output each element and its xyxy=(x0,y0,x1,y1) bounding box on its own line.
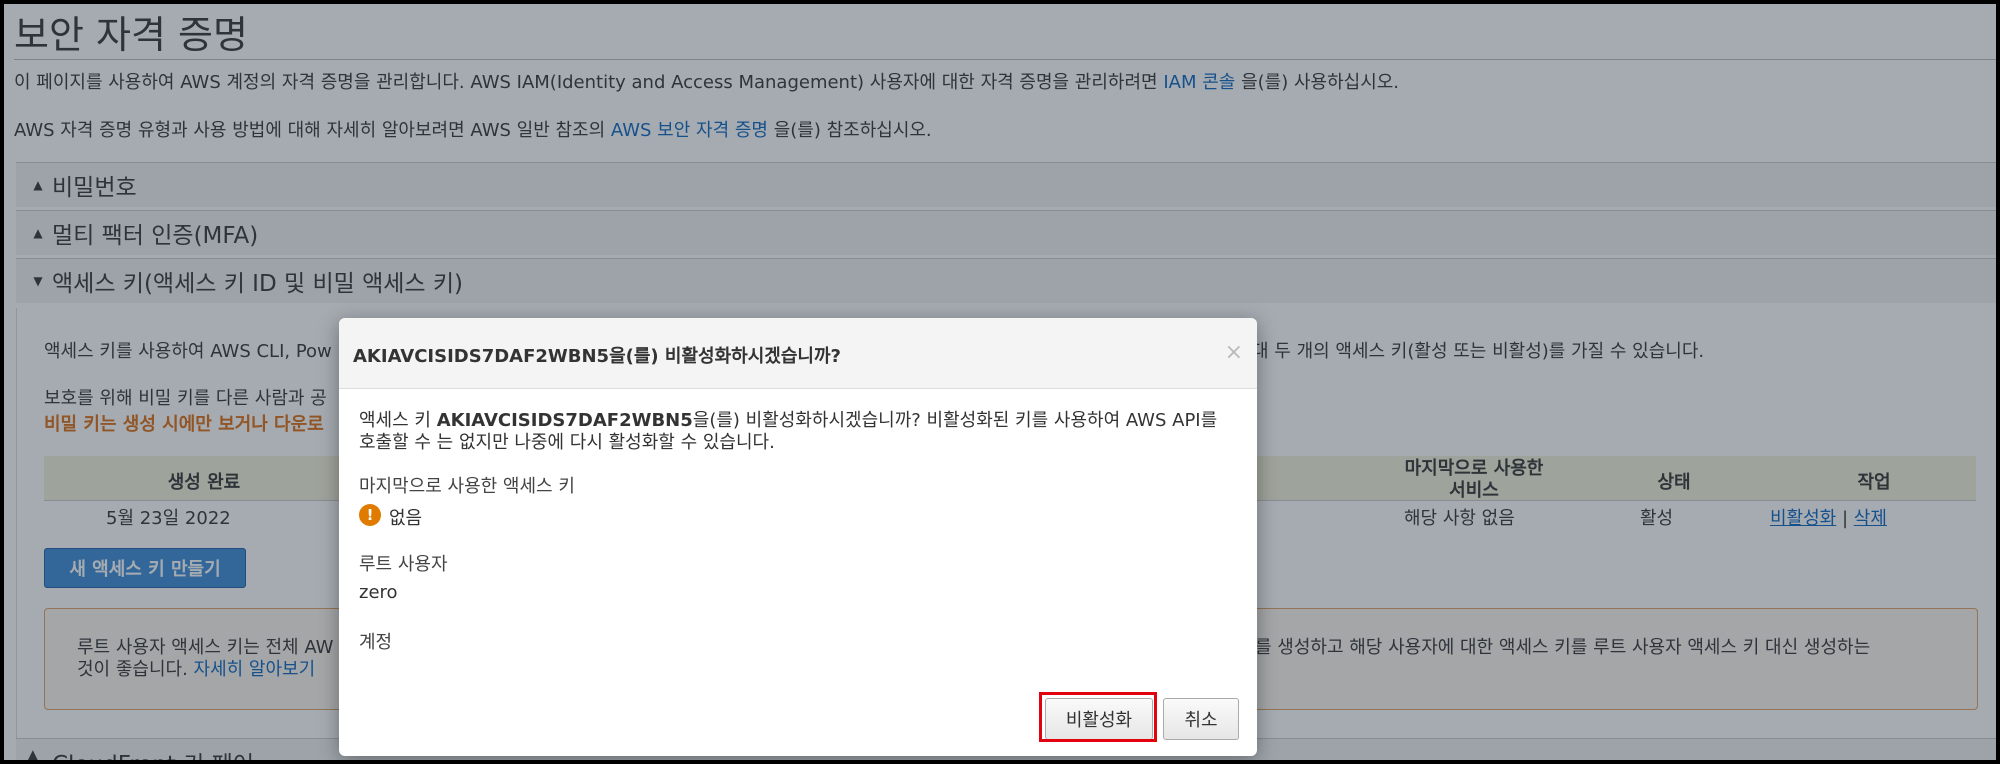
warning-icon: ! xyxy=(359,504,381,526)
account-label: 계정 xyxy=(359,632,393,653)
root-user-label: 루트 사용자 xyxy=(359,554,448,575)
dialog-message-line2: 호출할 수 는 없지만 나중에 다시 활성화할 수 있습니다. xyxy=(359,432,775,453)
dialog-header: AKIAVCISIDS7DAF2WBN5을(를) 비활성화하시겠습니까? × xyxy=(339,318,1257,389)
deactivate-key-dialog: AKIAVCISIDS7DAF2WBN5을(를) 비활성화하시겠습니까? × 액… xyxy=(339,318,1257,756)
last-used-value: 없음 xyxy=(389,508,423,529)
highlight-box xyxy=(1039,692,1157,742)
cancel-button[interactable]: 취소 xyxy=(1163,698,1239,740)
dialog-title: AKIAVCISIDS7DAF2WBN5을(를) 비활성화하시겠습니까? xyxy=(353,346,841,367)
screenshot-frame: 보안 자격 증명 이 페이지를 사용하여 AWS 계정의 자격 증명을 관리합니… xyxy=(0,0,2000,764)
root-user-value: zero xyxy=(359,582,398,603)
last-used-label: 마지막으로 사용한 액세스 키 xyxy=(359,476,575,497)
close-icon[interactable]: × xyxy=(1225,340,1243,365)
